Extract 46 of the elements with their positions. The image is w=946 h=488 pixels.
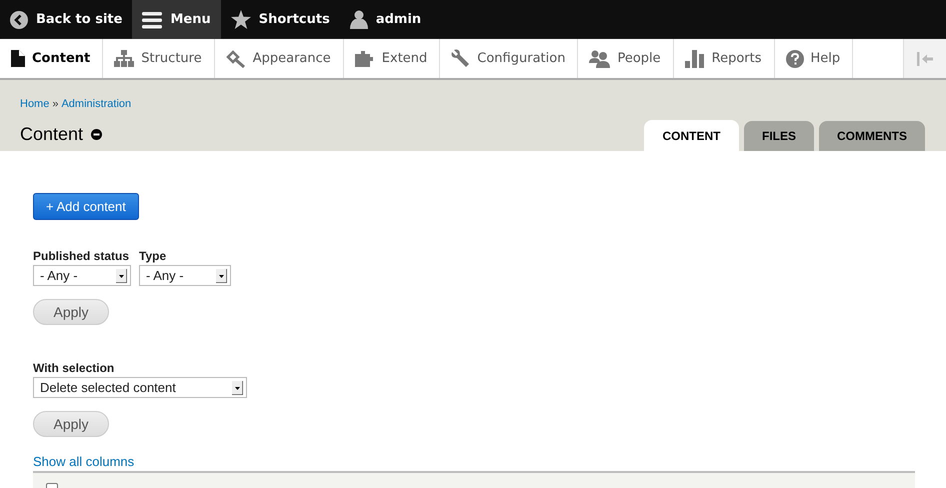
tray-item[interactable]: Content	[0, 39, 104, 78]
toolbar-item[interactable]: admin	[340, 0, 432, 39]
filter-select[interactable]: - Any -	[139, 265, 231, 286]
back-icon	[10, 10, 28, 28]
star-icon	[230, 10, 251, 29]
tab[interactable]: CONTENT	[644, 120, 739, 151]
tab[interactable]: FILES	[744, 121, 814, 151]
filter-select[interactable]: - Any -	[33, 265, 131, 286]
breadcrumb-separator: »	[52, 98, 58, 110]
filter-label: Published status	[33, 249, 130, 263]
breadcrumb-link[interactable]: Home	[20, 98, 50, 110]
bulk-action-select[interactable]: Delete selected content	[33, 377, 247, 398]
toolbar-item[interactable]: Menu	[132, 0, 221, 39]
tray-item[interactable]: Structure	[103, 39, 215, 78]
shortcut-minus-icon[interactable]	[91, 129, 102, 140]
add-content-button[interactable]: + Add content	[33, 193, 139, 220]
apply-button[interactable]: Apply	[33, 299, 109, 325]
people-icon	[589, 50, 610, 68]
apply-button[interactable]: Apply	[33, 411, 109, 437]
toolbar-item[interactable]: Back to site	[0, 0, 132, 39]
collapse-arrow-icon	[916, 52, 934, 66]
brush-icon	[226, 50, 246, 68]
document-icon	[11, 50, 25, 67]
tray-item[interactable]: Configuration	[440, 39, 578, 78]
puzzle-icon	[354, 50, 375, 67]
dropdown-arrow-icon	[216, 268, 227, 282]
menu-icon	[142, 10, 162, 28]
toolbar-item[interactable]: Shortcuts	[220, 0, 340, 39]
tab[interactable]: COMMENTS	[819, 121, 925, 151]
tray-item[interactable]: Reports	[674, 39, 775, 78]
tray-item[interactable]: People	[578, 39, 674, 78]
dropdown-arrow-icon	[116, 268, 127, 282]
filter-label: Type	[139, 249, 168, 263]
help-icon	[786, 50, 804, 68]
tray-item[interactable]: Extend	[344, 39, 440, 78]
wrench-icon	[451, 49, 470, 68]
user-icon	[350, 10, 368, 29]
dropdown-arrow-icon	[232, 380, 243, 394]
bar-chart-icon	[684, 50, 705, 68]
tray-item[interactable]: Help	[774, 39, 854, 78]
page-title: Content	[20, 124, 84, 145]
show-all-columns-link[interactable]: Show all columns	[33, 454, 134, 469]
tray-item[interactable]: Appearance	[214, 39, 344, 78]
breadcrumb-link[interactable]: Administration	[61, 98, 132, 110]
sitemap-icon	[114, 50, 134, 67]
bulk-action-label: With selection	[33, 361, 116, 375]
